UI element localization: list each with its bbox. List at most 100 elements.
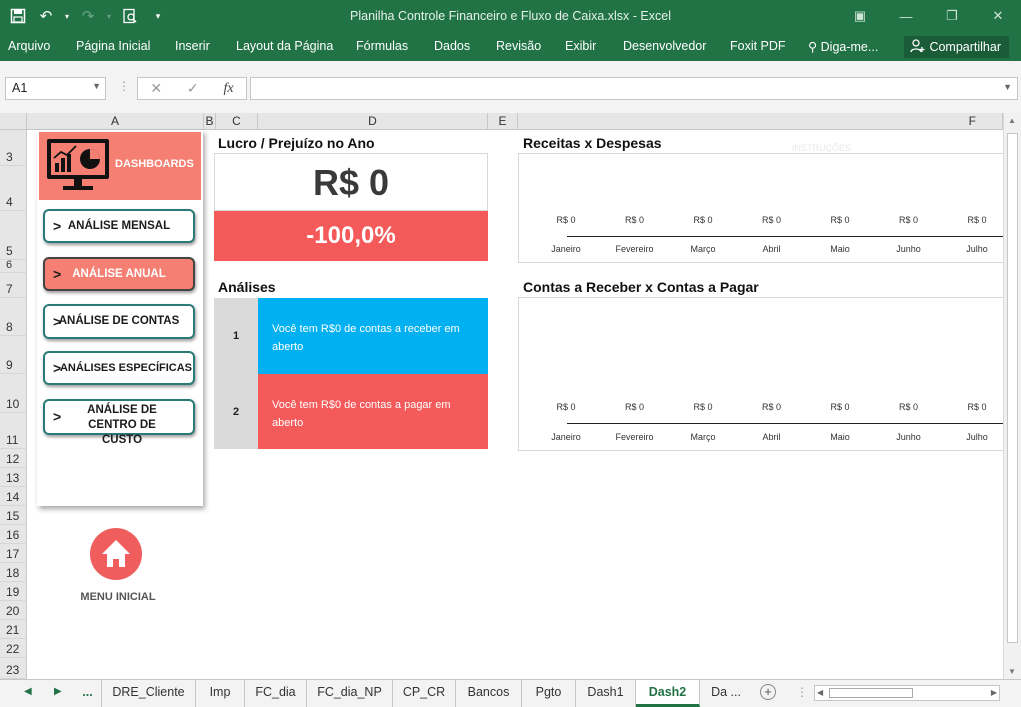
vertical-scroll-thumb[interactable] [1007,133,1018,643]
row-header[interactable]: 9 [0,336,27,374]
row-header[interactable]: 21 [0,620,27,639]
scroll-tabs-right-icon[interactable]: ▶ [54,686,62,697]
tab-formulas[interactable]: Fórmulas [356,39,408,53]
tab-arquivo[interactable]: Arquivo [8,39,50,53]
chart-category-label: Abril [762,244,781,254]
contas-receber-pagar-chart[interactable]: R$ 0 Janeiro R$ 0 Fevereiro R$ 0 Março R$ 0 Abr… [518,297,1003,451]
analise-de-centro-de-custo-button[interactable]: > ANÁLISE DE CENTRO DE CUSTO [43,399,195,446]
chevron-right-icon: > [53,218,62,234]
sheet-tab-imp[interactable]: Imp [196,680,245,707]
sheet-tab-fc-dia[interactable]: FC_dia [245,680,307,707]
minimize-icon[interactable]: — [883,0,929,32]
sheet-tab-dre-cliente[interactable]: DRE_Cliente [102,680,196,707]
new-sheet-icon[interactable]: + [760,684,776,700]
chart-title: Receitas x Despesas [523,135,662,151]
row-header[interactable]: 22 [0,639,27,658]
scroll-right-icon[interactable]: ▶ [991,688,997,697]
chevron-right-icon: > [53,360,62,376]
chart-category-label: Maio [830,432,850,442]
column-header-e[interactable]: E [488,113,518,130]
share-button[interactable]: Compartilhar [904,36,1009,58]
vertical-scrollbar[interactable]: ▲ ▼ [1003,113,1021,679]
sheet-tab-fc-dia-np[interactable]: FC_dia_NP [307,680,393,707]
sheet-tab-bancos[interactable]: Bancos [456,680,522,707]
scroll-down-icon[interactable]: ▼ [1008,667,1016,676]
horizontal-scrollbar[interactable]: ◀ ▶ [814,685,1000,701]
row-header[interactable]: 23 [0,658,27,679]
row-header[interactable]: 4 [0,166,27,211]
tab-inserir[interactable]: Inserir [175,39,210,53]
row-header[interactable]: 11 [0,413,27,449]
insert-function-icon[interactable]: fx [223,81,233,97]
ribbon-display-options-icon[interactable]: ▣ [837,0,883,32]
window-controls: ▣ — ❐ ✕ [837,0,1021,32]
row-header[interactable]: 18 [0,563,27,582]
analise-mensal-button[interactable]: > ANÁLISE MENSAL [43,209,195,243]
scroll-left-icon[interactable]: ◀ [817,688,823,697]
restore-icon[interactable]: ❐ [929,0,975,32]
row-header[interactable]: 7 [0,273,27,298]
close-icon[interactable]: ✕ [975,0,1021,32]
row-header[interactable]: 17 [0,544,27,563]
nav-button-label: ANÁLISES ESPECÍFICAS [59,362,193,374]
horizontal-scroll-thumb[interactable] [829,688,913,698]
row-header[interactable]: 20 [0,601,27,620]
name-box[interactable]: A1 ▼ [5,77,106,100]
formula-buttons: ✕ ✓ fx [137,77,247,100]
column-header-d[interactable]: D [258,113,488,130]
sheet-tab-pgto[interactable]: Pgto [522,680,576,707]
column-header-a[interactable]: A [27,113,204,130]
tab-desenvolvedor[interactable]: Desenvolvedor [623,39,706,53]
row-header[interactable]: 16 [0,525,27,544]
worksheet-grid[interactable]: A B C D E F 3 4 5 6 7 8 9 10 11 12 13 14… [0,113,1021,679]
profit-percent: -100,0% [214,211,488,261]
tell-me-search[interactable]: ⚲ Diga-me... [808,39,878,54]
tab-splitter-icon[interactable]: ⋮ [796,685,808,699]
scroll-up-icon[interactable]: ▲ [1008,116,1016,125]
enter-icon[interactable]: ✓ [187,80,199,97]
row-header[interactable]: 3 [0,130,27,166]
row-header[interactable]: 6 [0,259,27,273]
select-all-corner[interactable] [0,113,27,130]
formula-input[interactable]: ▼ [250,77,1018,100]
sheet-tab-cp-cr[interactable]: CP_CR [393,680,456,707]
chart-data-label: R$ 0 [624,215,644,225]
sheet-tab-more[interactable]: Da ... [700,680,752,707]
chart-data-label: R$ 0 [693,215,713,225]
row-header[interactable]: 5 [0,211,27,260]
sheet-tab-dash1[interactable]: Dash1 [576,680,636,707]
home-button[interactable] [90,528,142,580]
row-header[interactable]: 12 [0,449,27,468]
chart-category-label: Janeiro [551,432,581,442]
tab-dados[interactable]: Dados [434,39,470,53]
chart-data-label: R$ 0 [556,402,576,412]
cancel-icon[interactable]: ✕ [150,80,162,97]
analise-de-contas-button[interactable]: > ANÁLISE DE CONTAS [43,304,195,339]
tab-foxit-pdf[interactable]: Foxit PDF [730,39,786,53]
row-header[interactable]: 13 [0,468,27,487]
chart-data-label: R$ 0 [761,402,781,412]
row-header[interactable]: 19 [0,582,27,601]
chevron-right-icon: > [53,408,62,425]
more-sheets-ellipsis[interactable]: ... [74,680,102,707]
receitas-despesas-chart[interactable]: R$ 0 Janeiro R$ 0 Fevereiro R$ 0 Março R$ 0 Abr… [518,153,1003,263]
tab-pagina-inicial[interactable]: Página Inicial [76,39,150,53]
row-header[interactable]: 14 [0,487,27,506]
expand-formula-bar-icon[interactable]: ▼ [1003,82,1012,92]
column-header-f[interactable]: F [518,113,1003,130]
scroll-tabs-left-icon[interactable]: ◀ [24,686,32,697]
row-header[interactable]: 10 [0,374,27,413]
analises-especificas-button[interactable]: > ANÁLISES ESPECÍFICAS [43,351,195,385]
column-header-c[interactable]: C [216,113,258,130]
profit-heading: Lucro / Prejuízo no Ano [218,135,375,151]
row-header[interactable]: 8 [0,298,27,336]
tab-layout-da-pagina[interactable]: Layout da Página [236,39,333,53]
formula-bar-grip-icon[interactable]: ⋮ [118,79,130,93]
row-header[interactable]: 15 [0,506,27,525]
analise-anual-button[interactable]: > ANÁLISE ANUAL [43,257,195,291]
chevron-down-icon[interactable]: ▼ [92,81,101,91]
tab-exibir[interactable]: Exibir [565,39,596,53]
sheet-tab-dash2[interactable]: Dash2 [636,680,700,707]
column-header-b[interactable]: B [204,113,216,130]
tab-revisao[interactable]: Revisão [496,39,541,53]
